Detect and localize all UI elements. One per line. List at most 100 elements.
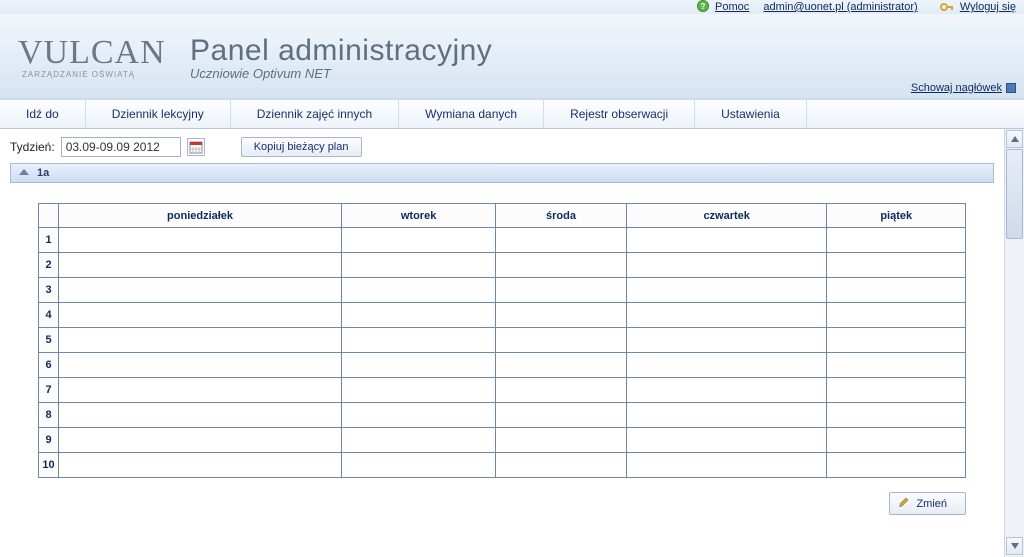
schedule-cell[interactable] [496,253,627,278]
calendar-icon [189,140,203,154]
page-title: Panel administracyjny [190,34,1024,68]
schedule-cell[interactable] [626,453,827,478]
schedule-cell[interactable] [342,453,496,478]
schedule-cell[interactable] [342,353,496,378]
main-menu: Idź do Dziennik lekcyjny Dziennik zajęć … [0,99,1024,129]
schedule-cell[interactable] [59,303,342,328]
schedule-cell[interactable] [496,378,627,403]
row-number: 5 [39,328,59,353]
change-button-label: Zmień [916,498,947,510]
row-number: 1 [39,228,59,253]
top-link-bar: ? Pomoc admin@uonet.pl (administrator) W… [0,0,1024,14]
menu-item-goto[interactable]: Idź do [0,100,86,128]
col-header-fri: piątek [827,204,966,228]
schedule-cell[interactable] [496,453,627,478]
help-link[interactable]: Pomoc [715,1,749,13]
schedule-cell[interactable] [342,303,496,328]
hide-header-label: Schowaj nagłówek [911,82,1002,94]
schedule-cell[interactable] [827,278,966,303]
schedule-cell[interactable] [496,228,627,253]
logout-link[interactable]: Wyloguj się [960,1,1016,13]
schedule-cell[interactable] [342,253,496,278]
row-number: 9 [39,428,59,453]
schedule-cell[interactable] [59,328,342,353]
schedule-cell[interactable] [59,353,342,378]
schedule-cell[interactable] [496,428,627,453]
schedule-table: poniedziałek wtorek środa czwartek piąte… [38,203,966,478]
schedule-cell[interactable] [496,303,627,328]
pencil-icon [898,496,910,511]
scroll-thumb[interactable] [1006,149,1023,239]
schedule-cell[interactable] [626,328,827,353]
table-row: 4 [39,303,966,328]
schedule-cell[interactable] [59,453,342,478]
scroll-up-arrow-icon[interactable] [1006,130,1023,148]
calendar-button[interactable] [187,138,205,156]
menu-item-ustawienia[interactable]: Ustawienia [695,100,807,128]
scroll-down-arrow-icon[interactable] [1006,537,1023,555]
schedule-cell[interactable] [827,253,966,278]
table-row: 2 [39,253,966,278]
schedule-cell[interactable] [59,253,342,278]
class-accordion-header[interactable]: 1a [10,163,994,183]
schedule-cell[interactable] [59,378,342,403]
table-row: 10 [39,453,966,478]
schedule-cell[interactable] [496,278,627,303]
row-number: 4 [39,303,59,328]
schedule-cell[interactable] [59,428,342,453]
menu-item-dziennik-innych[interactable]: Dziennik zajęć innych [231,100,399,128]
schedule-cell[interactable] [827,328,966,353]
schedule-cell[interactable] [827,453,966,478]
table-row: 1 [39,228,966,253]
vertical-scrollbar[interactable] [1004,129,1024,557]
row-number: 10 [39,453,59,478]
menu-item-rejestr-obserwacji[interactable]: Rejestr obserwacji [544,100,695,128]
menu-item-wymiana-danych[interactable]: Wymiana danych [399,100,544,128]
schedule-cell[interactable] [59,278,342,303]
schedule-cell[interactable] [59,403,342,428]
table-row: 9 [39,428,966,453]
schedule-cell[interactable] [342,428,496,453]
week-input[interactable] [61,137,181,157]
schedule-cell[interactable] [626,228,827,253]
schedule-cell[interactable] [827,428,966,453]
table-row: 3 [39,278,966,303]
schedule-cell[interactable] [626,403,827,428]
table-corner [39,204,59,228]
schedule-cell[interactable] [626,353,827,378]
schedule-cell[interactable] [342,228,496,253]
schedule-cell[interactable] [827,378,966,403]
schedule-cell[interactable] [496,353,627,378]
user-link[interactable]: admin@uonet.pl (administrator) [763,1,917,13]
schedule-cell[interactable] [626,378,827,403]
schedule-cell[interactable] [827,403,966,428]
schedule-cell[interactable] [342,328,496,353]
page-subtitle: Uczniowie Optivum NET [190,66,1024,81]
schedule-cell[interactable] [626,278,827,303]
copy-plan-button[interactable]: Kopiuj bieżący plan [241,137,362,157]
row-number: 8 [39,403,59,428]
schedule-cell[interactable] [342,403,496,428]
schedule-cell[interactable] [626,303,827,328]
table-row: 8 [39,403,966,428]
schedule-cell[interactable] [626,428,827,453]
schedule-cell[interactable] [827,303,966,328]
col-header-wed: środa [496,204,627,228]
header-banner: VULCAN ZARZĄDZANIE OŚWIATĄ Panel adminis… [0,14,1024,99]
row-number: 7 [39,378,59,403]
schedule-cell[interactable] [59,228,342,253]
collapse-triangle-icon [19,167,29,179]
hide-header-link[interactable]: Schowaj nagłówek [911,82,1016,94]
schedule-cell[interactable] [342,278,496,303]
schedule-cell[interactable] [827,353,966,378]
schedule-cell[interactable] [827,228,966,253]
table-row: 6 [39,353,966,378]
schedule-cell[interactable] [496,328,627,353]
schedule-cell[interactable] [626,253,827,278]
col-header-mon: poniedziałek [59,204,342,228]
menu-item-dziennik-lekcyjny[interactable]: Dziennik lekcyjny [86,100,231,128]
schedule-cell[interactable] [496,403,627,428]
schedule-cell[interactable] [342,378,496,403]
change-button[interactable]: Zmień [889,492,966,515]
logo: VULCAN ZARZĄDZANIE OŚWIATĄ [0,34,190,79]
